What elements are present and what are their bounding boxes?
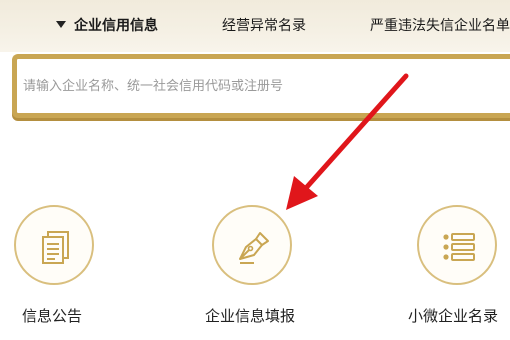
- tab-serious-violation-list[interactable]: 严重违法失信企业名单: [370, 15, 510, 37]
- tab-label: 严重违法失信企业名单: [370, 18, 510, 34]
- small-micro-enterprise-list-label[interactable]: 小微企业名录: [408, 305, 498, 326]
- page: 企业信用信息 经营异常名录 严重违法失信企业名单 信息公告: [0, 0, 510, 340]
- pen-icon: [239, 232, 269, 264]
- tab-label: 经营异常名录: [222, 18, 306, 34]
- document-icon: [42, 231, 69, 264]
- enterprise-info-filing-button[interactable]: [212, 205, 292, 285]
- tab-enterprise-credit-info[interactable]: 企业信用信息: [56, 15, 158, 37]
- tab-abnormal-operation-list[interactable]: 经营异常名录: [222, 15, 306, 37]
- list-icon: [443, 233, 475, 261]
- info-announcement-label[interactable]: 信息公告: [22, 305, 82, 326]
- small-micro-enterprise-list-button[interactable]: [417, 205, 497, 285]
- caret-down-icon: [56, 21, 66, 28]
- enterprise-info-filing-label[interactable]: 企业信息填报: [205, 305, 295, 326]
- tab-label: 企业信用信息: [74, 18, 158, 34]
- search-tabs-bar: 企业信用信息 经营异常名录 严重违法失信企业名单: [0, 0, 510, 52]
- search-box: [12, 54, 510, 118]
- info-announcement-button[interactable]: [14, 205, 94, 285]
- search-input[interactable]: [23, 69, 503, 103]
